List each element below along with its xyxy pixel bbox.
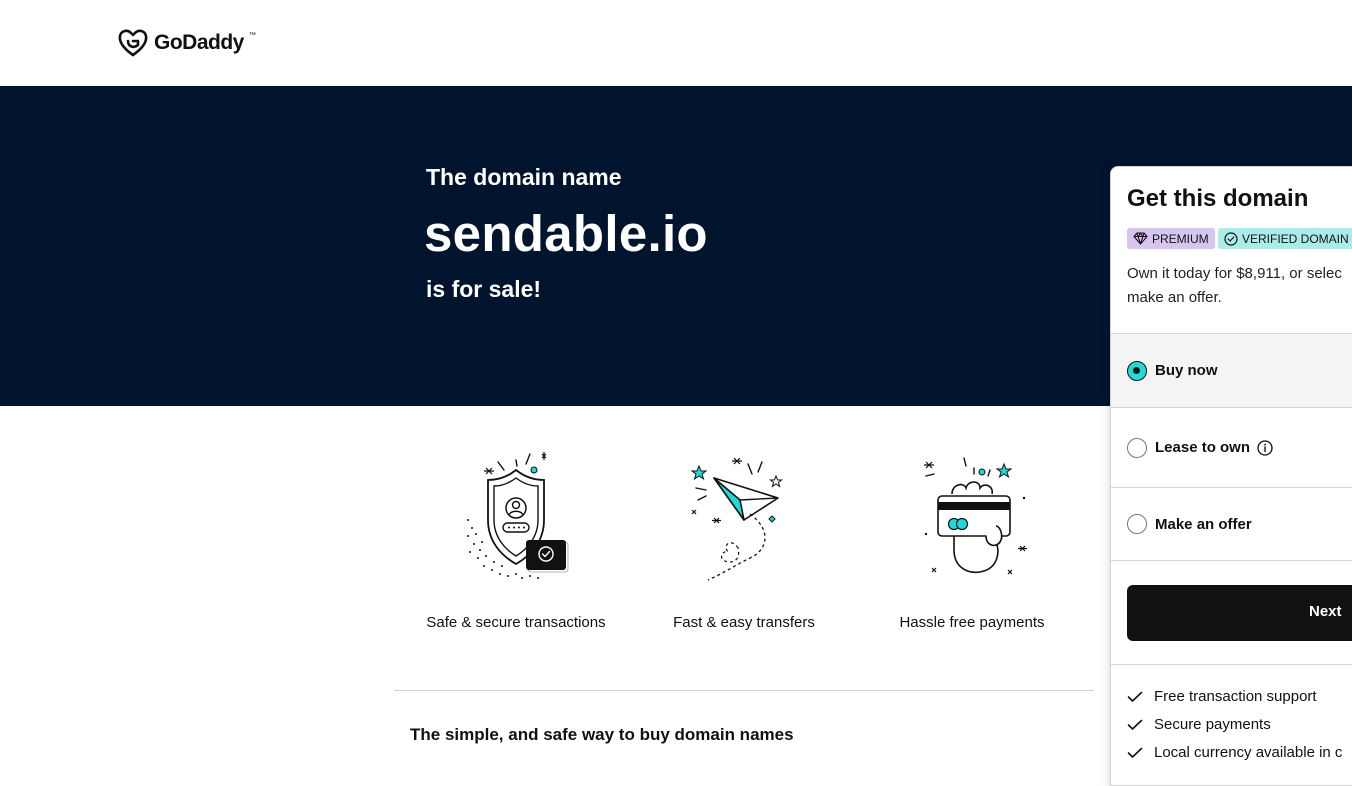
next-button-label: Next xyxy=(1309,603,1342,620)
premium-badge-label: PREMIUM xyxy=(1152,231,1209,246)
panel-title: Get this domain xyxy=(1127,185,1309,212)
panel-description: Own it today for $8,911, or selec make a… xyxy=(1127,262,1352,310)
verified-badge: VERIFIED DOMAIN xyxy=(1218,228,1352,249)
benefit-label: Local currency available in c xyxy=(1154,744,1343,761)
feature-label: Safe & secure transactions xyxy=(426,614,606,631)
info-icon[interactable] xyxy=(1257,439,1273,456)
next-button[interactable]: Next xyxy=(1127,585,1352,641)
section-divider xyxy=(394,690,1094,691)
feature-transfers: Fast & easy transfers xyxy=(624,450,864,631)
option-label: Lease to own xyxy=(1155,439,1251,456)
check-icon xyxy=(1127,691,1143,702)
section-title: The simple, and safe way to buy domain n… xyxy=(410,725,794,744)
description-line-1: Own it today for $8,911, or selec xyxy=(1127,265,1342,282)
site-header: GoDaddy ™ xyxy=(0,0,1352,86)
feature-secure: Safe & secure transactions xyxy=(396,450,636,631)
logo-wordmark: GoDaddy xyxy=(154,31,244,54)
hero-domain-name: sendable.io xyxy=(424,205,708,262)
benefit-item: Free transaction support xyxy=(1127,688,1317,705)
benefit-item: Local currency available in c xyxy=(1127,744,1342,761)
lease-to-own-radio[interactable] xyxy=(1127,437,1147,458)
benefit-label: Secure payments xyxy=(1154,716,1271,733)
panel-divider xyxy=(1111,664,1352,665)
make-offer-radio[interactable] xyxy=(1127,514,1147,534)
option-label: Make an offer xyxy=(1155,515,1252,533)
hero-post-text: is for sale! xyxy=(426,276,542,302)
feature-label: Hassle free payments xyxy=(899,614,1045,631)
check-icon xyxy=(1127,719,1143,730)
godaddy-logo[interactable]: GoDaddy ™ xyxy=(117,28,256,58)
option-label: Buy now xyxy=(1155,362,1218,379)
get-domain-panel: Get this domain PREMIUM VERIFIED DOMAIN … xyxy=(1110,166,1352,786)
check-icon xyxy=(1127,747,1143,758)
hero-pre-text: The domain name xyxy=(426,164,622,190)
logo-trademark: ™ xyxy=(248,31,256,39)
option-lease-to-own[interactable]: Lease to own xyxy=(1111,407,1352,487)
buy-now-radio[interactable] xyxy=(1127,360,1147,381)
feature-payments: Hassle free payments xyxy=(852,450,1092,631)
paper-plane-icon xyxy=(690,457,784,581)
card-payment-icon xyxy=(924,457,1027,575)
verified-check-icon xyxy=(1224,231,1238,246)
option-make-offer[interactable]: Make an offer xyxy=(1111,487,1352,561)
shield-check-icon xyxy=(467,452,569,579)
benefit-label: Free transaction support xyxy=(1154,688,1317,705)
diamond-icon xyxy=(1133,232,1148,245)
godaddy-heart-icon xyxy=(118,29,148,57)
option-buy-now[interactable]: Buy now xyxy=(1111,333,1352,407)
premium-badge: PREMIUM xyxy=(1127,228,1215,249)
benefit-item: Secure payments xyxy=(1127,716,1271,733)
verified-badge-label: VERIFIED DOMAIN xyxy=(1242,231,1349,246)
feature-label: Fast & easy transfers xyxy=(673,614,815,631)
description-line-2: make an offer. xyxy=(1127,289,1222,306)
